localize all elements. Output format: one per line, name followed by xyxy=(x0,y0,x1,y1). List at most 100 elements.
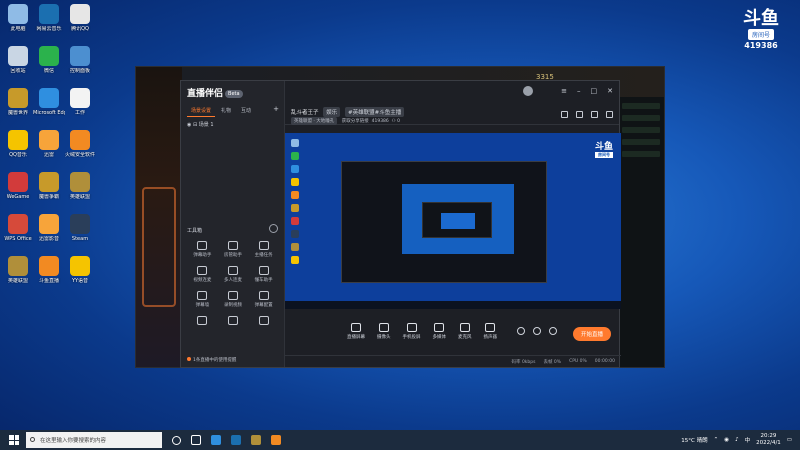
desktop-icon[interactable]: 微信 xyxy=(33,46,65,74)
toolbox-item[interactable]: 录制视频 xyxy=(218,291,249,308)
toolbox-item[interactable]: 弹幕墙 xyxy=(187,291,218,308)
tab-scene[interactable]: 场景设置 xyxy=(187,105,216,117)
gear-icon[interactable] xyxy=(269,224,278,233)
time: 20:29 xyxy=(760,433,777,439)
source-button[interactable]: 摄像头 xyxy=(377,322,391,340)
system-tray: 15°C 晴朗 ⌃ ◉ ♪ 中 20:29 2022/4/1 ▭ xyxy=(681,433,800,447)
edge-icon[interactable] xyxy=(211,435,221,445)
toolbox-title: 工具箱 xyxy=(187,228,203,234)
desktop-icon[interactable]: 网易云音乐 xyxy=(33,4,65,32)
video-icon[interactable] xyxy=(517,327,525,335)
minimize-icon[interactable]: – xyxy=(577,87,581,95)
desktop-icon[interactable]: 此电脑 xyxy=(2,4,34,32)
desktop-icon[interactable]: 控制面板 xyxy=(64,46,96,74)
task-view-icon[interactable] xyxy=(191,435,201,445)
toolbox-item[interactable]: 房管助手 xyxy=(218,241,249,258)
toolbox-item[interactable]: 弹幕助手 xyxy=(187,241,218,258)
language[interactable]: 中 xyxy=(745,436,751,444)
desktop-icon[interactable]: WeGame xyxy=(2,172,34,200)
share-link[interactable]: 获取分享链接 xyxy=(342,119,369,124)
desktop-icon[interactable]: 迅雷 xyxy=(33,130,65,158)
tab-gift[interactable]: 礼物 xyxy=(217,105,235,117)
start-button[interactable] xyxy=(6,432,22,448)
tool-icon xyxy=(227,291,238,300)
usage-notice[interactable]: 1条直播中的使用提醒 xyxy=(187,357,236,363)
desktop-icon-label: QQ音乐 xyxy=(9,152,27,158)
desktop-icon[interactable]: 腾讯QQ xyxy=(64,4,96,32)
source-label: 手机投屏 xyxy=(402,334,421,340)
tool-icon xyxy=(197,316,208,325)
room-tag[interactable]: 娱乐 xyxy=(323,107,341,117)
app-icon xyxy=(70,130,90,150)
toolbox-item[interactable]: 懂车助手 xyxy=(248,266,279,283)
menu-icon[interactable]: ≡ xyxy=(561,87,567,95)
toolbox-item[interactable] xyxy=(218,316,249,327)
toolbox-item[interactable]: 弹幕配置 xyxy=(248,291,279,308)
desktop-icon-label: YY语音 xyxy=(71,278,89,284)
tab-interact[interactable]: 互动 xyxy=(237,105,255,117)
desktop-icon[interactable]: Microsoft Edge xyxy=(33,88,65,116)
desktop-icon-label: 迅雷 xyxy=(43,152,54,158)
eye-icon[interactable] xyxy=(533,327,541,335)
source-button[interactable]: 麦克风 xyxy=(458,322,472,340)
maximize-icon[interactable]: □ xyxy=(591,87,598,95)
bell-icon[interactable] xyxy=(591,111,598,118)
app-icon[interactable] xyxy=(231,435,241,445)
desktop-icon[interactable]: 斗鱼直播 xyxy=(33,256,65,284)
chevron-up-icon[interactable]: ⌃ xyxy=(714,437,719,443)
desktop-icon[interactable]: 回收站 xyxy=(2,46,34,74)
desktop-icon[interactable]: 火绒安全软件 xyxy=(64,130,96,158)
avatar[interactable] xyxy=(523,86,533,96)
desktop-icon-label: Microsoft Edge xyxy=(33,110,65,116)
desktop-icon[interactable]: YY语音 xyxy=(64,256,96,284)
source-button[interactable]: 手机投屏 xyxy=(402,322,421,340)
volume-icon[interactable]: ♪ xyxy=(735,437,739,443)
desktop-icon[interactable]: 迅雷影音 xyxy=(33,214,65,242)
add-scene-button[interactable]: + xyxy=(273,105,279,117)
clock[interactable]: 20:29 2022/4/1 xyxy=(756,433,781,447)
app-icon xyxy=(70,214,90,234)
close-icon[interactable]: ✕ xyxy=(607,87,613,95)
app-icon xyxy=(8,46,28,66)
weather[interactable]: 15°C 晴朗 xyxy=(681,436,707,444)
notice-icon[interactable] xyxy=(576,111,583,118)
notification-icon[interactable]: ▭ xyxy=(787,437,792,443)
desktop-icon-label: 工作 xyxy=(74,110,85,116)
desktop-icon[interactable]: 英雄联盟 xyxy=(64,172,96,200)
toolbox-item[interactable]: 主播任务 xyxy=(248,241,279,258)
desktop-icon[interactable]: 工作 xyxy=(64,88,96,116)
desktop-icon[interactable]: 英雄联盟 xyxy=(2,256,34,284)
source-button[interactable]: 直播屏幕 xyxy=(347,322,365,340)
desktop-icon[interactable]: WPS Office xyxy=(2,214,34,242)
toolbox-item[interactable] xyxy=(187,316,218,327)
desktop-icon[interactable]: Steam xyxy=(64,214,96,242)
app-icon xyxy=(39,172,59,192)
source-button[interactable]: 多媒体 xyxy=(433,322,446,340)
toolbox-item[interactable] xyxy=(248,316,279,327)
top-icons xyxy=(561,111,613,118)
network-icon[interactable]: ◉ xyxy=(724,437,729,443)
cortana-icon[interactable] xyxy=(172,435,181,445)
desktop-icon-label: WPS Office xyxy=(4,236,32,242)
tool-icon xyxy=(197,291,208,300)
toolbox-item[interactable]: 视频连麦 xyxy=(187,266,218,283)
source-icon xyxy=(351,322,361,332)
lol-icon[interactable] xyxy=(251,435,261,445)
douyu-taskbar-icon[interactable] xyxy=(271,435,281,445)
share-icon[interactable] xyxy=(606,111,613,118)
settings-icon[interactable] xyxy=(549,327,557,335)
desktop-icon[interactable]: 魔兽世界 xyxy=(2,88,34,116)
gift-icon[interactable] xyxy=(561,111,568,118)
source-button[interactable]: 扬声器 xyxy=(484,322,497,340)
room-category[interactable]: 英雄联盟 · 大地瞳孔 xyxy=(291,117,338,125)
desktop-icon[interactable]: 魔兽争霸 xyxy=(33,172,65,200)
desktop-icon-label: 回收站 xyxy=(10,68,26,74)
toolbox-item[interactable]: 多人连麦 xyxy=(218,266,249,283)
start-live-button[interactable]: 开始直播 xyxy=(572,327,611,341)
desktop-icon[interactable]: QQ音乐 xyxy=(2,130,34,158)
search-input[interactable]: 在这里输入你要搜索的内容 xyxy=(26,432,162,448)
tool-label: 弹幕助手 xyxy=(193,253,212,258)
scene-item[interactable]: ◉ ⊟ 场景 1 xyxy=(187,121,214,128)
stream-preview[interactable]: 斗鱼 房间号 xyxy=(285,133,621,309)
room-subtag[interactable]: #英雄联盟#斗鱼主播 xyxy=(345,107,405,117)
